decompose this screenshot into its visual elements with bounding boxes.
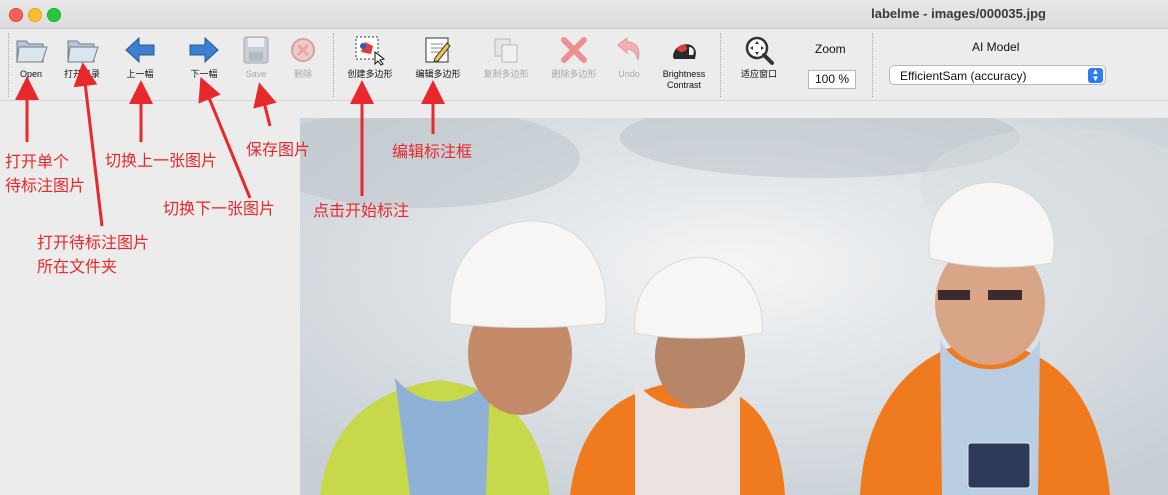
annotation-save: 保存图片	[246, 142, 311, 159]
annotation-open: 打开单个 待标注图片	[5, 154, 86, 195]
annotation-arrows	[15, 62, 445, 227]
annotation-open-dir: 打开待标注图片 所在文件夹	[37, 235, 150, 276]
arrow-open-dir	[73, 62, 104, 227]
annotation-next: 切换下一张图片	[163, 201, 276, 218]
arrow-next	[198, 76, 252, 199]
annotation-create: 点击开始标注	[313, 203, 410, 220]
annotation-edit: 编辑标注框	[392, 144, 473, 161]
annotation-prev: 切换上一张图片	[105, 153, 218, 170]
arrow-save	[253, 82, 277, 127]
